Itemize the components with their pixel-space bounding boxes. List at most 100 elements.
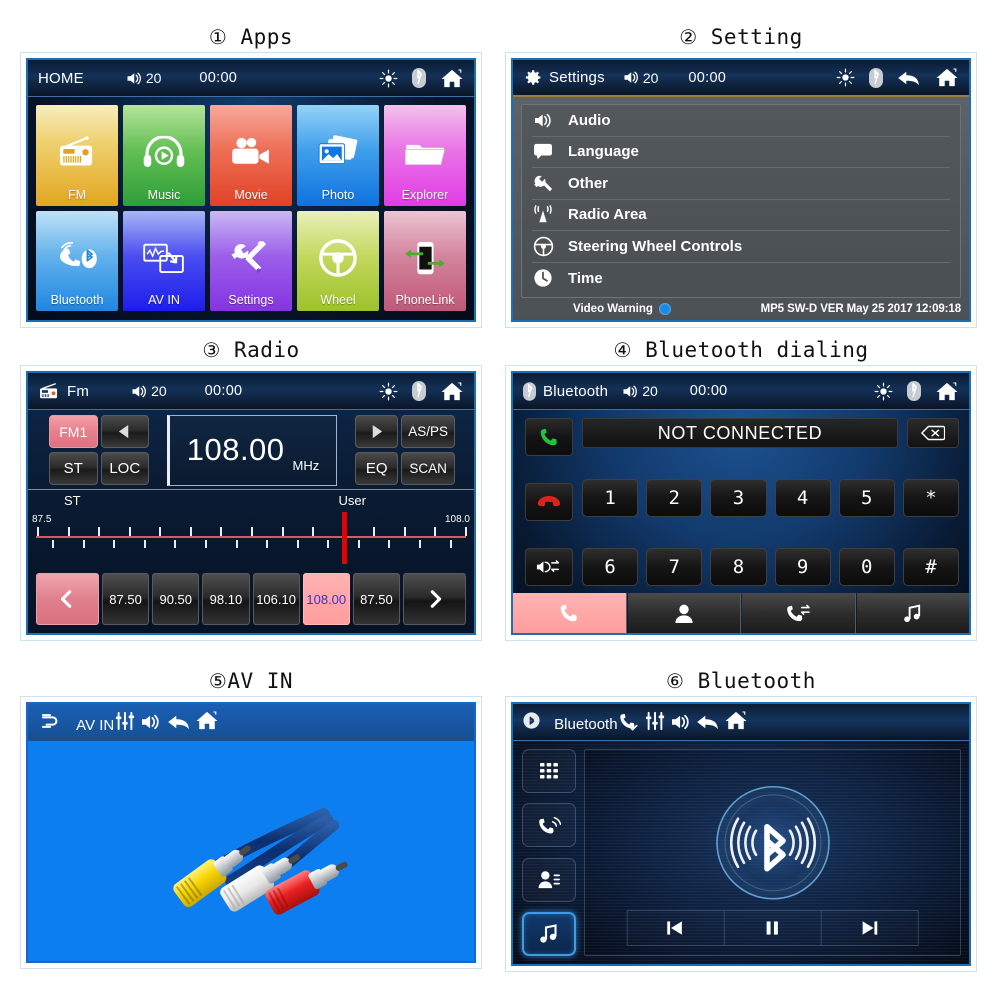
phone-waves-button[interactable] <box>522 803 576 848</box>
prev-button[interactable] <box>100 415 149 448</box>
panel-number: ③ <box>202 338 221 362</box>
home-icon[interactable] <box>935 381 959 402</box>
preset-button[interactable]: 90.50 <box>152 573 200 625</box>
contacts-tab[interactable] <box>627 593 741 633</box>
brightness-icon[interactable] <box>379 382 398 401</box>
band-button[interactable]: FM1 <box>49 415 98 448</box>
scan-button[interactable]: SCAN <box>401 452 455 485</box>
panel-radio: ③ Radio Fm 20 00:00 FM1 ST LOC 108.00 MH… <box>20 335 482 641</box>
key-0[interactable]: 0 <box>838 548 895 586</box>
next-button[interactable] <box>355 415 399 448</box>
settings-item-steering-wheel-controls[interactable]: Steering Wheel Controls <box>532 231 950 263</box>
eq-button[interactable]: EQ <box>355 452 399 485</box>
app-tile-music[interactable]: Music <box>123 105 205 206</box>
radio-scale[interactable]: ST User 87.5 108.0 <box>28 489 474 567</box>
key-4[interactable]: 4 <box>774 479 831 517</box>
brightness-icon[interactable] <box>836 68 855 87</box>
frequency-unit: MHz <box>292 457 320 473</box>
brightness-icon[interactable] <box>874 382 893 401</box>
asps-button[interactable]: AS/PS <box>401 415 455 448</box>
app-tile-fm[interactable]: FM <box>36 105 118 206</box>
preset-prev-button[interactable] <box>36 573 99 625</box>
call-answer-icon <box>538 426 560 448</box>
scale-tick-major <box>67 527 70 536</box>
app-tile-explorer[interactable]: Explorer <box>384 105 466 206</box>
av-video-area <box>28 741 474 961</box>
phone-icon[interactable] <box>618 712 640 731</box>
bluetooth-icon[interactable] <box>412 68 426 88</box>
volume-indicator[interactable]: 20 <box>622 383 658 399</box>
bluetooth-icon[interactable] <box>412 381 426 401</box>
dialpad-tab[interactable] <box>513 593 627 633</box>
bluetooth-status-icon[interactable] <box>907 381 921 401</box>
scale-tick-minor <box>419 540 422 548</box>
music-note-icon <box>538 923 560 945</box>
backspace-button[interactable] <box>907 418 959 448</box>
app-tile-phonelink[interactable]: PhoneLink <box>384 210 466 311</box>
home-icon[interactable] <box>195 710 219 731</box>
key-5[interactable]: 5 <box>838 479 895 517</box>
home-icon[interactable] <box>724 710 748 731</box>
preset-button[interactable]: 87.50 <box>352 573 401 625</box>
prev-track-button[interactable] <box>626 910 724 946</box>
scale-tick-minor <box>296 540 299 548</box>
apps-statusbar: HOME 20 00:00 <box>28 60 474 97</box>
brightness-icon[interactable] <box>379 69 398 88</box>
settings-item-language[interactable]: Language <box>532 137 950 168</box>
volume-value: 20 <box>642 69 659 86</box>
call-answer-button[interactable] <box>525 418 573 456</box>
home-icon[interactable] <box>440 381 464 402</box>
settings-item-audio[interactable]: Audio <box>532 105 950 137</box>
btmusic-tab[interactable] <box>856 593 969 633</box>
scale-min-label: 87.5 <box>32 514 52 525</box>
music-button[interactable] <box>522 911 576 956</box>
back-icon[interactable] <box>167 713 191 731</box>
key-2[interactable]: 2 <box>646 479 703 517</box>
app-tile-wheel[interactable]: Wheel <box>297 210 379 311</box>
keypad-button[interactable] <box>522 749 576 793</box>
preset-button[interactable]: 98.10 <box>202 573 250 625</box>
pause-button[interactable] <box>723 910 821 946</box>
key-9[interactable]: 9 <box>774 548 831 586</box>
loc-button[interactable]: LOC <box>100 452 149 485</box>
equalizer-icon[interactable] <box>644 711 666 731</box>
back-icon[interactable] <box>897 69 921 87</box>
key-7[interactable]: 7 <box>646 548 703 586</box>
next-track-button[interactable] <box>820 910 919 946</box>
volume-indicator[interactable]: 20 <box>623 69 659 86</box>
audio-transfer-button[interactable] <box>525 548 573 586</box>
settings-item-radio-area[interactable]: Radio Area <box>532 200 950 231</box>
back-icon[interactable] <box>696 713 720 731</box>
app-tile-settings[interactable]: Settings <box>210 210 292 311</box>
callhistory-tab[interactable] <box>742 593 856 633</box>
key-1[interactable]: 1 <box>582 479 639 517</box>
volume-indicator[interactable]: 20 <box>131 383 167 399</box>
preset-button[interactable]: 106.10 <box>252 573 300 625</box>
settings-item-time[interactable]: Time <box>532 263 950 295</box>
panel-av-in-title: ⑤AV IN <box>20 666 482 696</box>
speaker-icon[interactable] <box>140 713 162 731</box>
key-6[interactable]: 6 <box>582 548 639 586</box>
settings-item-other[interactable]: Other <box>532 168 950 200</box>
preset-next-button[interactable] <box>403 573 466 625</box>
speaker-icon[interactable] <box>670 713 692 731</box>
preset-button[interactable]: 87.50 <box>101 573 150 625</box>
key-hash[interactable]: # <box>902 548 960 586</box>
key-star[interactable]: * <box>902 479 960 517</box>
key-3[interactable]: 3 <box>710 479 767 517</box>
equalizer-icon[interactable] <box>114 711 136 731</box>
home-icon[interactable] <box>935 67 959 88</box>
bluetooth-icon[interactable] <box>869 67 883 88</box>
home-icon[interactable] <box>440 68 464 89</box>
app-tile-avin[interactable]: AV IN <box>123 210 205 311</box>
call-end-button[interactable] <box>525 483 573 521</box>
contacts-button[interactable] <box>522 857 576 902</box>
app-tile-photo[interactable]: Photo <box>297 105 379 206</box>
preset-button-active[interactable]: 108.00 <box>302 573 350 625</box>
app-tile-bluetooth[interactable]: Bluetooth <box>36 210 118 311</box>
app-tile-movie[interactable]: Movie <box>210 105 292 206</box>
scale-tick-major <box>128 527 131 536</box>
key-8[interactable]: 8 <box>710 548 767 586</box>
volume-indicator[interactable]: 20 <box>126 70 161 86</box>
st-button[interactable]: ST <box>49 452 98 485</box>
